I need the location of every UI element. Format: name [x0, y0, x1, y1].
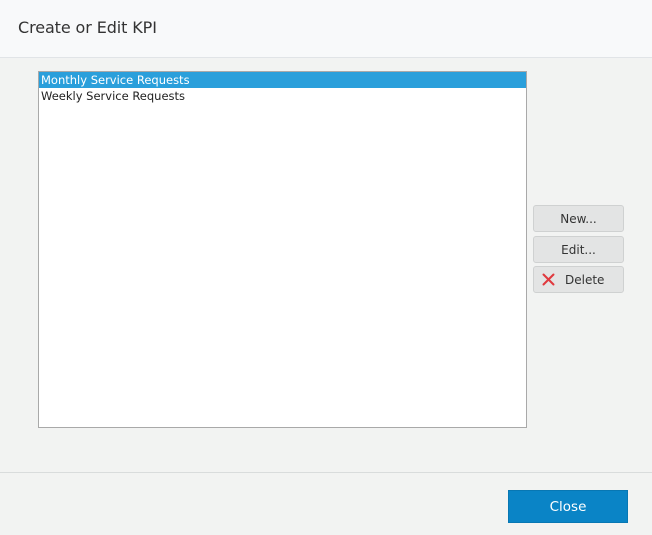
- delete-button[interactable]: Delete: [533, 266, 624, 293]
- new-button[interactable]: New...: [533, 205, 624, 232]
- edit-button-label: Edit...: [561, 242, 596, 257]
- close-button[interactable]: Close: [508, 490, 628, 523]
- close-button-label: Close: [549, 498, 587, 515]
- new-button-label: New...: [560, 211, 597, 226]
- kpi-list[interactable]: Monthly Service Requests Weekly Service …: [38, 71, 527, 428]
- dialog-title: Create or Edit KPI: [18, 18, 157, 37]
- dialog-header: Create or Edit KPI: [0, 0, 652, 58]
- list-item-weekly-service-requests[interactable]: Weekly Service Requests: [39, 88, 526, 104]
- footer-divider: [0, 472, 652, 473]
- delete-icon: [542, 273, 555, 286]
- list-item-monthly-service-requests[interactable]: Monthly Service Requests: [39, 72, 526, 88]
- delete-button-label: Delete: [565, 272, 605, 287]
- edit-button[interactable]: Edit...: [533, 236, 624, 263]
